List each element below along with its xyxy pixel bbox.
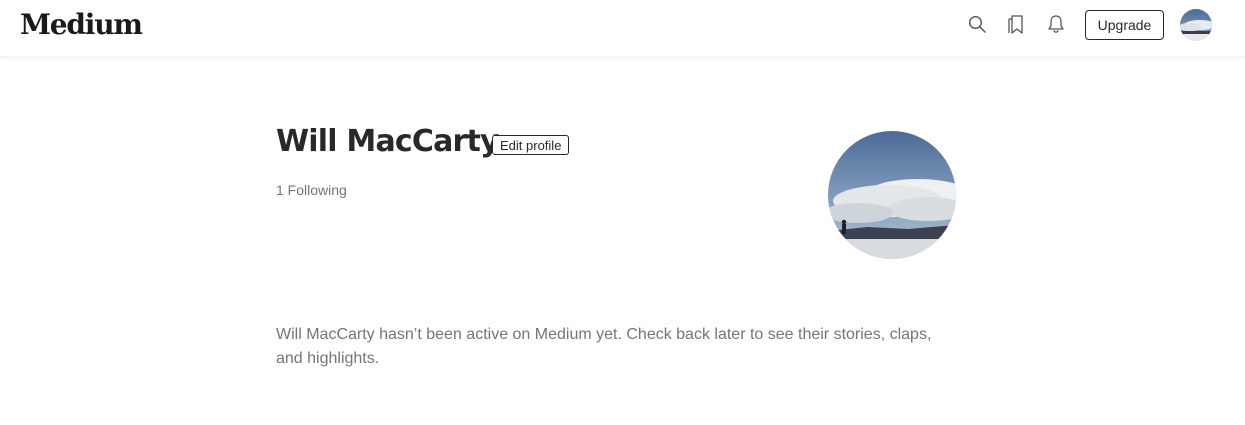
profile-photo	[828, 131, 956, 259]
search-icon[interactable]	[965, 12, 989, 36]
notifications-icon[interactable]	[1044, 12, 1068, 36]
medium-logo[interactable]: Medium	[20, 8, 143, 41]
user-avatar[interactable]	[1180, 9, 1212, 41]
bookmarks-icon[interactable]	[1004, 12, 1028, 36]
inactive-message: Will MacCarty hasn’t been active on Medi…	[276, 326, 932, 367]
following-count-link[interactable]: 1 Following	[276, 182, 347, 198]
top-navigation-bar: Medium Upgrade	[0, 0, 1245, 57]
profile-name: Will MacCarty	[276, 124, 500, 159]
upgrade-button[interactable]: Upgrade	[1085, 10, 1164, 40]
edit-profile-button[interactable]: Edit profile	[492, 135, 570, 155]
